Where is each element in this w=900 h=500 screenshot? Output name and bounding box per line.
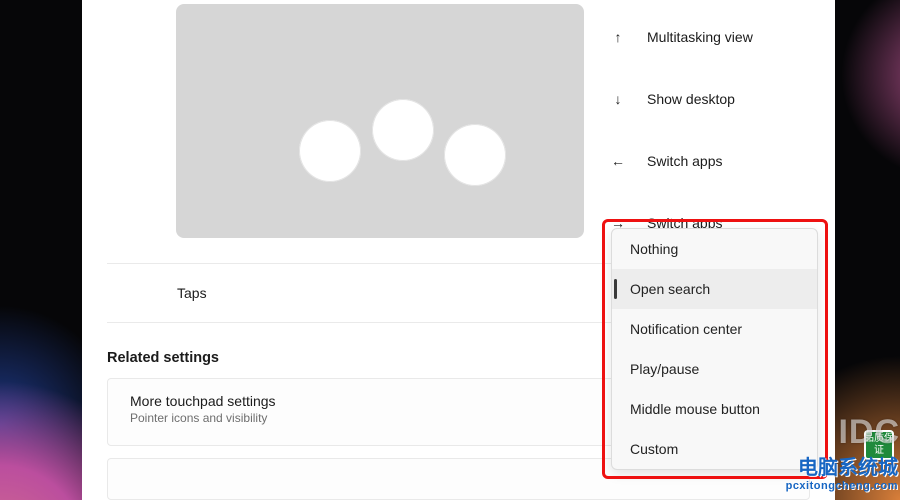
- touch-point-icon: [444, 124, 506, 186]
- gesture-preview: [176, 4, 584, 238]
- dropdown-option[interactable]: Nothing: [612, 229, 817, 269]
- related-settings-heading: Related settings: [107, 350, 219, 366]
- gesture-label: Switch apps: [647, 153, 722, 169]
- dropdown-option[interactable]: Open search: [612, 269, 817, 309]
- taps-action-dropdown[interactable]: NothingOpen searchNotification centerPla…: [611, 228, 818, 470]
- watermark-site: 电脑系统城 pcxitongcheng.com: [786, 451, 898, 492]
- watermark-site-cn: 电脑系统城: [786, 451, 898, 480]
- desktop-background: ↑ Multitasking view ↓ Show desktop ← Swi…: [0, 0, 900, 500]
- dropdown-option[interactable]: Play/pause: [612, 349, 817, 389]
- arrow-down-icon: ↓: [607, 91, 629, 107]
- gesture-label: Multitasking view: [647, 29, 753, 45]
- watermark-logo: IDC: [838, 413, 900, 452]
- dropdown-option[interactable]: Middle mouse button: [612, 389, 817, 429]
- arrow-up-icon: ↑: [607, 29, 629, 45]
- taps-label: Taps: [177, 285, 207, 301]
- dropdown-option[interactable]: Notification center: [612, 309, 817, 349]
- arrow-left-icon: ←: [607, 153, 629, 169]
- watermark-site-url: pcxitongcheng.com: [786, 480, 898, 492]
- touch-point-icon: [372, 99, 434, 161]
- gesture-row-up[interactable]: ↑ Multitasking view: [607, 6, 835, 68]
- gesture-list: ↑ Multitasking view ↓ Show desktop ← Swi…: [607, 6, 835, 254]
- touch-point-icon: [299, 120, 361, 182]
- gesture-row-down[interactable]: ↓ Show desktop: [607, 68, 835, 130]
- gesture-label: Show desktop: [647, 91, 735, 107]
- settings-window: ↑ Multitasking view ↓ Show desktop ← Swi…: [82, 0, 835, 500]
- gesture-row-left[interactable]: ← Switch apps: [607, 130, 835, 192]
